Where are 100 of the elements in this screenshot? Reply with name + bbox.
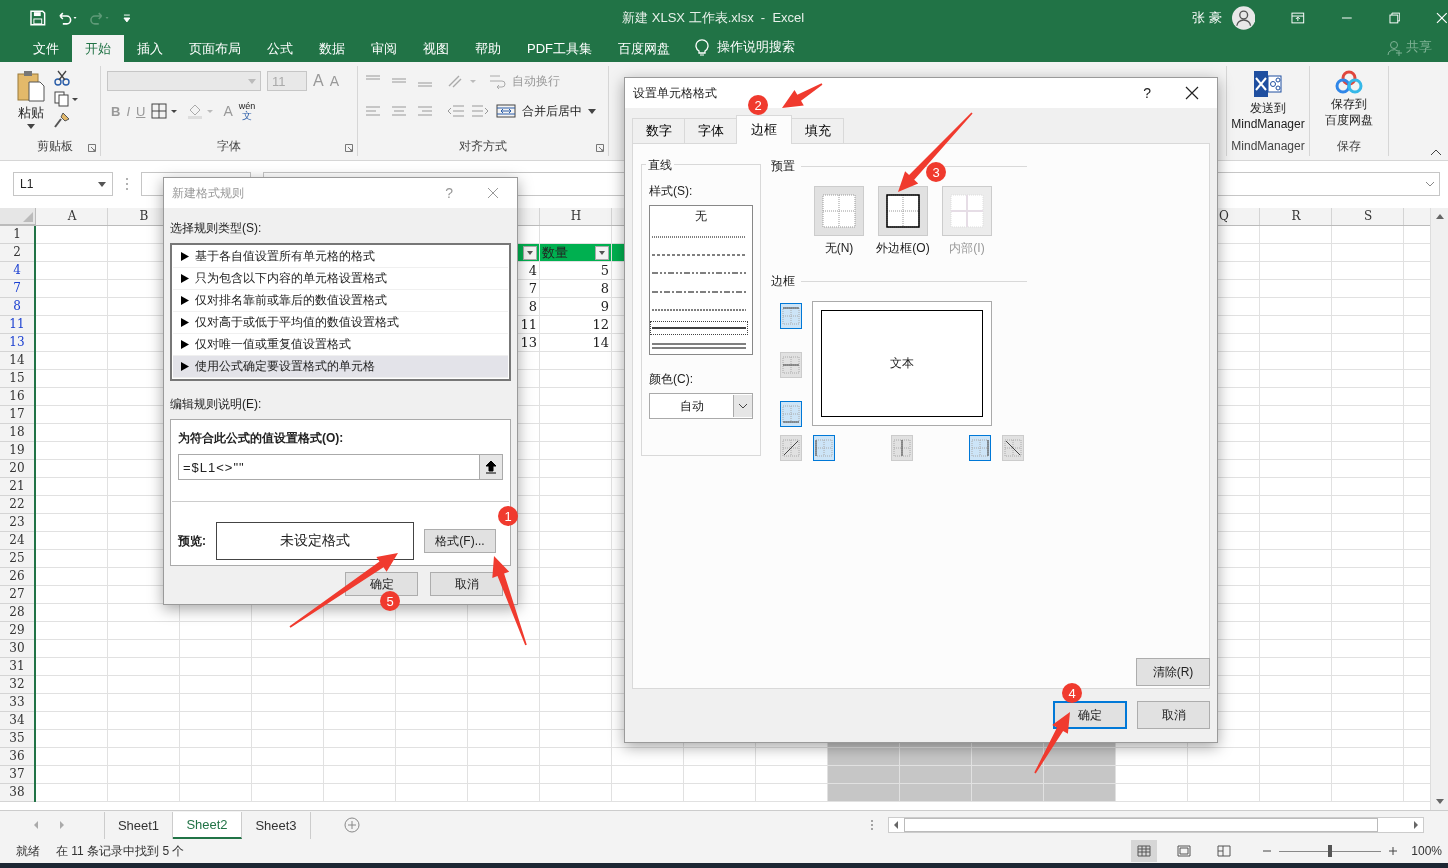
middle-horizontal-border-button[interactable] [780,352,802,378]
ribbon-tab[interactable]: 数据 [306,35,358,62]
row-header[interactable]: 23 [9,515,25,529]
row-header[interactable]: 35 [9,731,25,745]
scissors-icon[interactable] [54,70,70,86]
column-header[interactable]: Q [1219,209,1229,223]
line-style-option[interactable]: 无 [651,208,751,225]
save-icon[interactable] [30,9,46,26]
ribbon-tab[interactable]: 开始 [72,35,124,62]
clear-button[interactable]: 清除(R) [1136,658,1210,686]
row-header[interactable]: 19 [9,443,25,457]
horizontal-scrollbar[interactable] [888,817,1424,833]
ribbon-tab[interactable]: 帮助 [462,35,514,62]
middle-vertical-border-button[interactable] [891,435,913,461]
scroll-down-icon[interactable] [1434,798,1445,806]
wrap-text-icon[interactable] [488,73,506,89]
ribbon-tab[interactable]: 审阅 [358,35,410,62]
cloud-icon[interactable] [1335,70,1363,94]
row-header[interactable]: 11 [9,317,25,331]
dialog-launcher-icon[interactable] [596,144,604,152]
caret-icon[interactable] [588,108,596,114]
zoom-level[interactable]: 100% [1411,844,1442,858]
scrollbar-thumb[interactable] [904,818,1378,832]
merge-center-button[interactable]: 合并后居中 [522,102,582,120]
row-header[interactable]: 32 [9,677,25,691]
copy-icon[interactable] [54,91,80,107]
cancel-button[interactable]: 取消 [430,572,503,596]
row-header[interactable]: 25 [9,551,25,565]
row-header[interactable]: 27 [9,587,25,601]
row-header[interactable]: 38 [9,785,25,799]
row-header[interactable]: 22 [9,497,25,511]
format-painter-icon[interactable] [54,112,70,128]
zoom-out-icon[interactable] [1263,847,1272,855]
ribbon-tab[interactable]: 百度网盘 [605,35,683,62]
bottom-border-button[interactable] [780,401,802,427]
save-to-baidu-button[interactable]: 保存到 百度网盘 [1325,96,1373,128]
row-header[interactable]: 15 [9,371,25,385]
filter-button[interactable] [595,245,609,260]
row-header[interactable]: 14 [9,353,25,367]
lightbulb-icon[interactable] [695,39,709,57]
row-header[interactable]: 26 [9,569,25,583]
row-header[interactable]: 4 [13,263,21,277]
row-header[interactable]: 24 [9,533,25,547]
cancel-button[interactable]: 取消 [1137,701,1210,729]
row-header[interactable]: 8 [13,299,21,313]
scroll-right-icon[interactable] [1412,820,1420,830]
column-header[interactable]: B [139,209,149,223]
row-header[interactable]: 28 [9,605,25,619]
paste-button[interactable]: 粘贴 [16,70,46,136]
normal-view-button[interactable] [1131,840,1158,862]
row-header[interactable]: 20 [9,461,25,475]
splitter-icon[interactable] [870,819,874,831]
color-dropdown[interactable]: 自动 [649,393,753,419]
ribbon-tab[interactable]: PDF工具集 [514,35,605,62]
close-icon[interactable] [1185,86,1199,100]
zoom-slider-thumb[interactable] [1328,844,1333,857]
dialog-launcher-icon[interactable] [345,144,353,152]
left-border-button[interactable] [813,435,835,461]
row-header[interactable]: 33 [9,695,25,709]
collapse-ribbon-icon[interactable] [1430,148,1442,156]
line-style-option[interactable] [651,321,747,334]
preset-button[interactable] [878,186,928,236]
diagonal-up-border-button[interactable] [780,435,802,461]
scroll-left-icon[interactable] [892,820,900,830]
name-box[interactable]: L1 [13,172,113,196]
column-header[interactable]: S [1363,209,1373,223]
zoom-in-icon[interactable] [1389,847,1398,855]
ribbon-tab[interactable]: 视图 [410,35,462,62]
dialog-tab[interactable]: 边框 [736,115,792,144]
format-button[interactable]: 格式(F)... [424,529,496,553]
column-header[interactable]: R [1291,209,1301,223]
merge-icon[interactable] [496,103,516,119]
ok-button[interactable]: 确定 [1053,701,1127,729]
send-to-mindmanager-button[interactable]: 发送到 MindManager [1231,100,1305,132]
rule-type-item[interactable]: 仅对排名靠前或靠后的数值设置格式 [173,290,508,312]
row-header[interactable]: 30 [9,641,25,655]
right-border-button[interactable] [969,435,991,461]
filter-button[interactable] [523,245,537,260]
row-header[interactable]: 29 [9,623,25,637]
font-name-field[interactable] [107,71,261,91]
row-header[interactable]: 7 [13,281,21,295]
row-header[interactable]: 31 [9,659,25,673]
row-header[interactable]: 37 [9,767,25,781]
diagonal-down-border-button[interactable] [1002,435,1024,461]
share-icon[interactable] [1387,40,1403,56]
column-header[interactable]: H [570,209,582,223]
tell-me-search[interactable]: 操作说明搜索 [717,38,795,56]
customize-icon[interactable] [122,12,133,23]
help-button[interactable]: ? [1143,85,1151,101]
vertical-scrollbar[interactable] [1430,208,1448,810]
dialog-tab[interactable]: 填充 [791,118,844,143]
rule-type-item[interactable]: 基于各自值设置所有单元格的格式 [173,246,508,268]
phonetic-guide-button[interactable]: wén 文 [238,101,256,121]
top-border-button[interactable] [780,303,802,329]
ribbon-tab[interactable]: 文件 [20,35,72,62]
scroll-up-icon[interactable] [1434,212,1445,220]
rule-type-item[interactable]: 使用公式确定要设置格式的单元格 [173,356,508,378]
rule-type-item[interactable]: 仅对高于或低于平均值的数值设置格式 [173,312,508,334]
dialog-launcher-icon[interactable] [88,144,96,152]
mindmanager-icon[interactable] [1253,70,1283,98]
